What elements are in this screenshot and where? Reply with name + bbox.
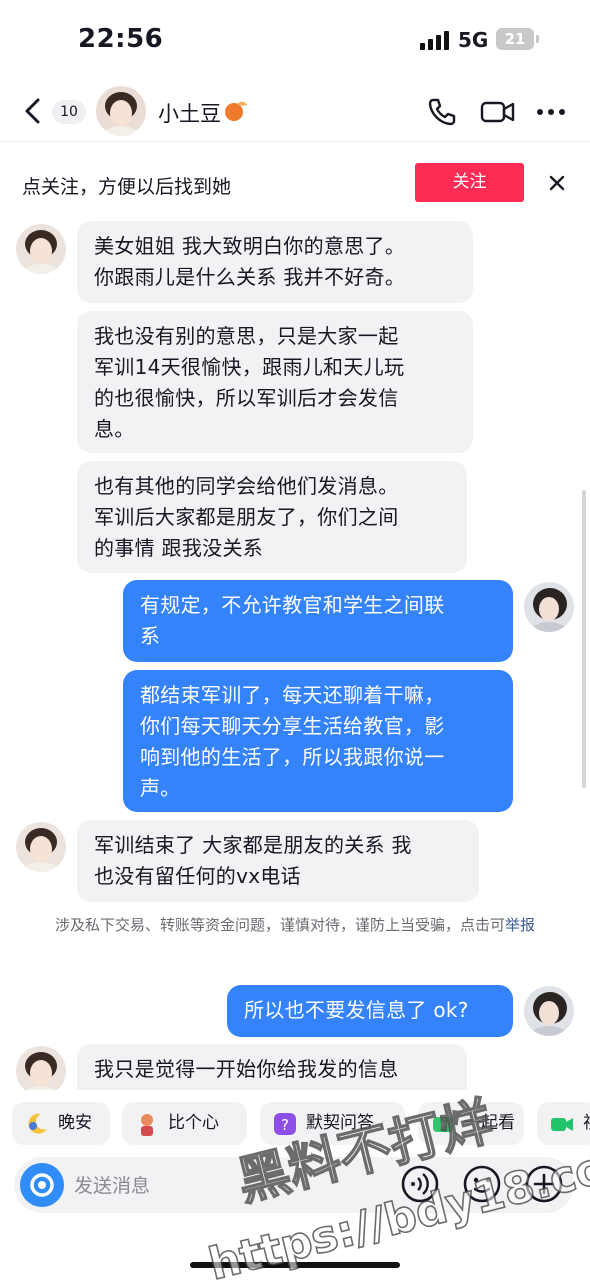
close-icon[interactable] (546, 172, 568, 194)
quick-action-label: 晚安 (58, 1113, 92, 1133)
quick-action-video[interactable]: 视频 (537, 1102, 590, 1145)
message-input-bar[interactable]: 发送消息 (14, 1157, 574, 1213)
safety-notice: 涉及私下交易、转账等资金问题，谨慎对待，谨防上当受骗，点击可举报 (40, 910, 550, 940)
report-link[interactable]: 举报 (505, 916, 535, 934)
safety-notice-text: 涉及私下交易、转账等资金问题，谨慎对待，谨防上当受骗，点击可 (54, 916, 505, 934)
battery-cap (536, 35, 539, 43)
follow-button[interactable]: 关注 (415, 163, 524, 202)
message-bubble-incoming[interactable]: 也有其他的同学会给他们发消息。 军训后大家都是朋友了，你们之间 的事情 跟我没关… (77, 461, 467, 573)
message-bubble-incoming[interactable]: 我也没有别的意思，只是大家一起 军训14天很愉快，跟雨儿和天儿玩 的也很愉快，所… (77, 311, 473, 453)
moon-icon (28, 1113, 47, 1134)
status-time: 22:56 (78, 24, 164, 54)
battery-icon: 21 (496, 28, 534, 50)
contact-avatar[interactable] (96, 86, 146, 136)
home-indicator (190, 1262, 400, 1268)
follow-prompt-text: 点关注，方便以后找到她 (22, 176, 232, 198)
quick-action-label: 默契问答 (306, 1113, 374, 1133)
message-bubble-outgoing[interactable]: 所以也不要发信息了 ok? (227, 985, 513, 1037)
message-bubble-incoming[interactable]: 美女姐姐 我大致明白你的意思了。 你跟雨儿是什么关系 我并不好奇。 (77, 221, 473, 303)
status-bar: 22:56 5G 21 (0, 0, 590, 80)
signal-icon (420, 30, 450, 50)
more-options-icon[interactable] (536, 102, 566, 122)
contact-message-avatar[interactable] (16, 822, 66, 872)
watch-together-icon (433, 1117, 453, 1132)
contact-message-avatar[interactable] (16, 1046, 66, 1096)
phone-call-icon[interactable] (426, 96, 458, 128)
video-call-icon[interactable] (480, 98, 516, 126)
camera-button[interactable] (20, 1163, 64, 1207)
back-icon[interactable] (20, 96, 48, 126)
quiz-icon: ? (274, 1113, 296, 1135)
unread-count-badge[interactable]: 10 (52, 100, 86, 124)
contact-name[interactable]: 小土豆 (158, 98, 221, 128)
quick-action-label: 比个心 (168, 1113, 219, 1133)
message-bubble-outgoing[interactable]: 有规定，不允许教官和学生之间联 系 (123, 580, 513, 662)
scrollbar[interactable] (582, 490, 586, 788)
heart-gesture-icon (141, 1114, 153, 1136)
orange-emoji-icon (225, 101, 247, 121)
message-bubble-outgoing[interactable]: 都结束军训了，每天还聊着干嘛， 你们每天聊天分享生活给教官，影 响到他的生活了，… (123, 670, 513, 812)
voice-icon[interactable] (400, 1164, 440, 1204)
quick-action-heart[interactable]: 比个心 (122, 1102, 247, 1145)
emoji-icon[interactable] (462, 1164, 502, 1204)
network-type: 5G (458, 28, 489, 52)
quick-action-label: 一起看 (464, 1113, 515, 1133)
chat-header: 10 小土豆 (0, 80, 590, 142)
quick-action-label: 视频 (583, 1113, 590, 1133)
quick-action-goodnight[interactable]: 晚安 (12, 1102, 110, 1145)
camera-icon (30, 1173, 54, 1197)
message-input[interactable]: 发送消息 (74, 1171, 150, 1198)
follow-prompt-bar: 点关注，方便以后找到她 关注 (0, 142, 590, 224)
contact-message-avatar[interactable] (16, 224, 66, 274)
message-bubble-incoming[interactable]: 军训结束了 大家都是朋友的关系 我 也没有留任何的vx电话 (77, 820, 479, 902)
svg-text:?: ? (281, 1116, 289, 1134)
quick-action-watch-together[interactable]: 一起看 (418, 1102, 524, 1145)
my-message-avatar[interactable] (524, 582, 574, 632)
plus-icon[interactable] (524, 1164, 564, 1204)
my-message-avatar[interactable] (524, 986, 574, 1036)
quick-action-quiz[interactable]: ? 默契问答 (260, 1102, 405, 1145)
video-chip-icon (551, 1118, 573, 1131)
bottom-panel: 晚安 比个心 ? 默契问答 一起看 视频 发送消息 (0, 1090, 590, 1280)
